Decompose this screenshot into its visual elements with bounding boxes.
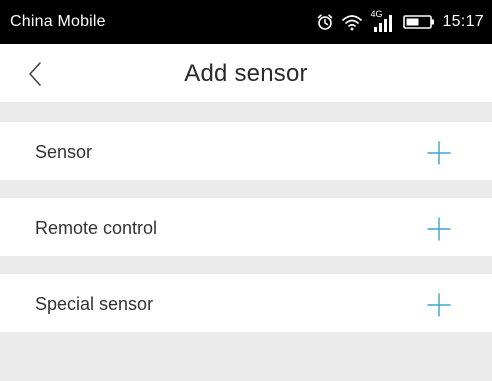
- plus-icon[interactable]: [427, 293, 451, 317]
- plus-icon[interactable]: [427, 217, 451, 241]
- list-item-label: Sensor: [35, 142, 93, 162]
- list-item-special-sensor[interactable]: Special sensor: [0, 274, 492, 332]
- carrier-name: China Mobile: [10, 13, 106, 30]
- alarm-icon: [316, 13, 334, 31]
- header-bar: Add sensor: [0, 44, 492, 102]
- signal-icon: 4G: [370, 9, 396, 33]
- list-item-remote-control[interactable]: Remote control: [0, 198, 492, 256]
- list-item-label: Remote control: [35, 218, 158, 238]
- wifi-icon: [341, 13, 363, 31]
- list-item-label: Special sensor: [35, 294, 154, 314]
- page-title: Add sensor: [184, 60, 308, 87]
- status-icons: 4G 15:17: [316, 9, 484, 35]
- list-item-sensor[interactable]: Sensor: [0, 122, 492, 180]
- battery-icon: [403, 14, 435, 30]
- status-time: 15:17: [442, 13, 484, 30]
- status-bar: China Mobile 4G 15:17: [0, 0, 492, 44]
- plus-icon[interactable]: [427, 141, 451, 165]
